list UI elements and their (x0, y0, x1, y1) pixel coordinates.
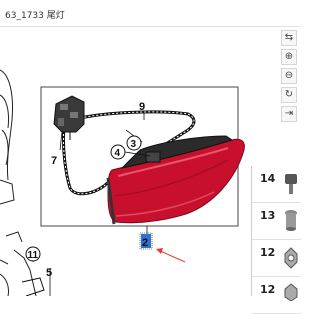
parts-list-item[interactable]: 14 (252, 166, 301, 203)
fit-icon[interactable]: ⇥ (281, 106, 297, 122)
callout-11[interactable]: 11 (28, 250, 39, 261)
clip-thumb (285, 174, 297, 194)
zoom-out-icon[interactable]: ⊖ (281, 68, 297, 84)
nut-thumb (284, 247, 298, 269)
parts-diagram: 9 3 4 7 2 11 5 (0, 69, 245, 296)
callout-7[interactable]: 7 (51, 155, 57, 167)
parts-list: 14 13 12 12 (251, 166, 301, 314)
callout-2[interactable]: 2 (142, 237, 148, 249)
callout-3[interactable]: 3 (131, 139, 137, 150)
nut-thumb (284, 283, 298, 301)
bracket-part (21, 277, 45, 296)
callout-9[interactable]: 9 (139, 101, 145, 113)
car-outline-sketch (0, 69, 37, 296)
tail-lamp (106, 135, 245, 225)
part-number: 12 (260, 283, 276, 296)
callout-4[interactable]: 4 (115, 148, 121, 159)
diagram-title: 63_1733 尾灯 (5, 11, 65, 21)
zoom-in-icon[interactable]: ⊕ (281, 49, 297, 65)
bulb-holder (53, 95, 85, 140)
swap-icon[interactable]: ⇆ (281, 30, 297, 46)
parts-list-item[interactable]: 12 (252, 240, 301, 277)
viewer-toolbar: ⇆ ⊕ ⊖ ↻ ⇥ (280, 30, 298, 125)
part-number: 14 (260, 172, 276, 185)
part-number: 12 (260, 246, 276, 259)
parts-list-item[interactable]: 13 (252, 203, 301, 240)
rotate-icon[interactable]: ↻ (281, 87, 297, 103)
callout-5[interactable]: 5 (46, 267, 52, 279)
pointer-arrow (156, 248, 186, 263)
part-number: 13 (260, 209, 276, 222)
grommet-thumb (285, 210, 297, 231)
